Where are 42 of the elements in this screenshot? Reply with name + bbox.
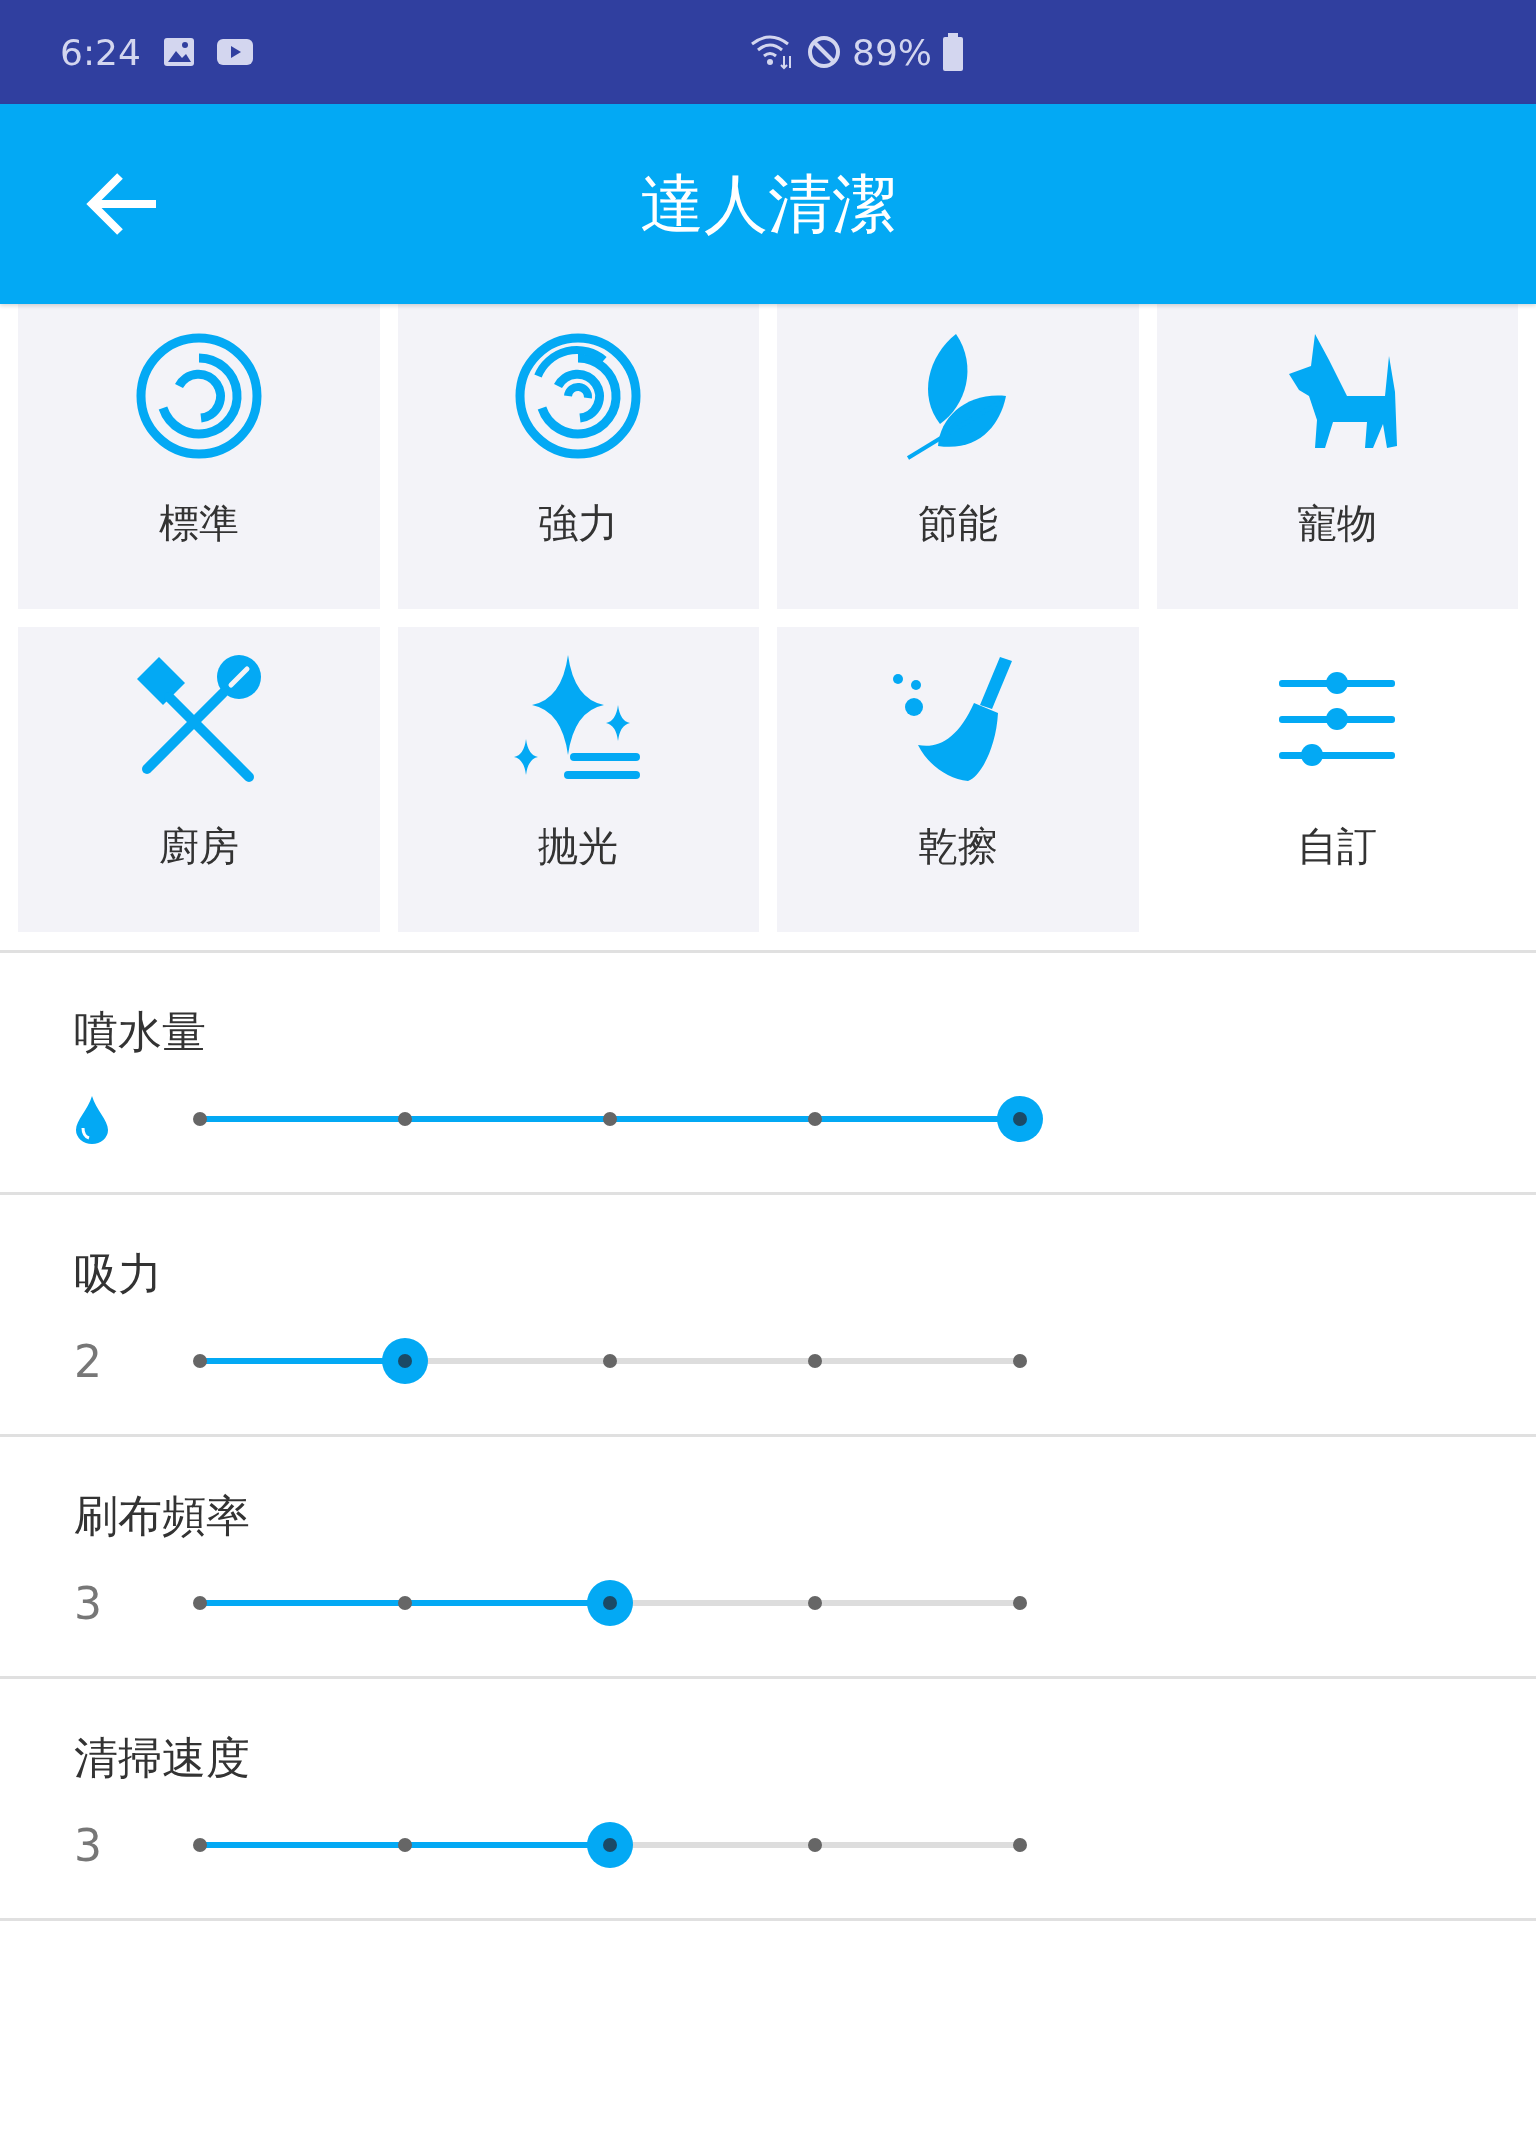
slider-thumb[interactable] [587,1822,633,1868]
mode-tile[interactable]: 強力 [397,304,759,609]
tick-mark [193,1596,207,1610]
mode-tile[interactable]: 乾擦 [777,627,1139,932]
video-icon [216,39,253,65]
tick-mark [193,1354,207,1368]
tick-mark [398,1596,412,1610]
mode-tile[interactable]: 抛光 [397,627,759,932]
setting-label: 刷布頻率 [74,1489,251,1543]
tick-mark [808,1354,822,1368]
tick-mark [603,1112,617,1126]
slider-thumb[interactable] [997,1096,1043,1142]
battery-icon [942,33,964,71]
screen-title: 達人清潔 [640,165,896,243]
slider-thumb[interactable] [382,1338,428,1384]
slider-thumb[interactable] [587,1580,633,1626]
setting-label: 吸力 [74,1247,163,1301]
setting-label: 噴水量 [74,1005,207,1059]
mode-tile[interactable]: 寵物 [1156,304,1518,609]
setting-label: 清掃速度 [74,1731,251,1785]
image-icon [162,37,195,67]
tick-mark [1013,1838,1027,1852]
tick-mark [193,1838,207,1852]
tick-mark [1013,1596,1027,1610]
tick-mark [193,1112,207,1126]
status-time: 6:24 [60,31,141,73]
mode-tile[interactable]: 節能 [777,304,1139,609]
do-not-disturb-icon [806,34,842,70]
tick-mark [603,1354,617,1368]
mode-tile[interactable]: 標準 [18,304,380,609]
tick-mark [808,1838,822,1852]
setting-value: 3 [74,1577,102,1629]
battery-percent: 89% [852,31,932,73]
tick-mark [398,1112,412,1126]
mode-tile[interactable]: 廚房 [18,627,380,932]
setting-value: 2 [74,1335,102,1387]
tick-mark [1013,1354,1027,1368]
water-drop-icon [74,1094,110,1144]
tick-mark [808,1112,822,1126]
tick-mark [398,1838,412,1852]
setting-value: 3 [74,1819,102,1871]
tick-mark [808,1596,822,1610]
